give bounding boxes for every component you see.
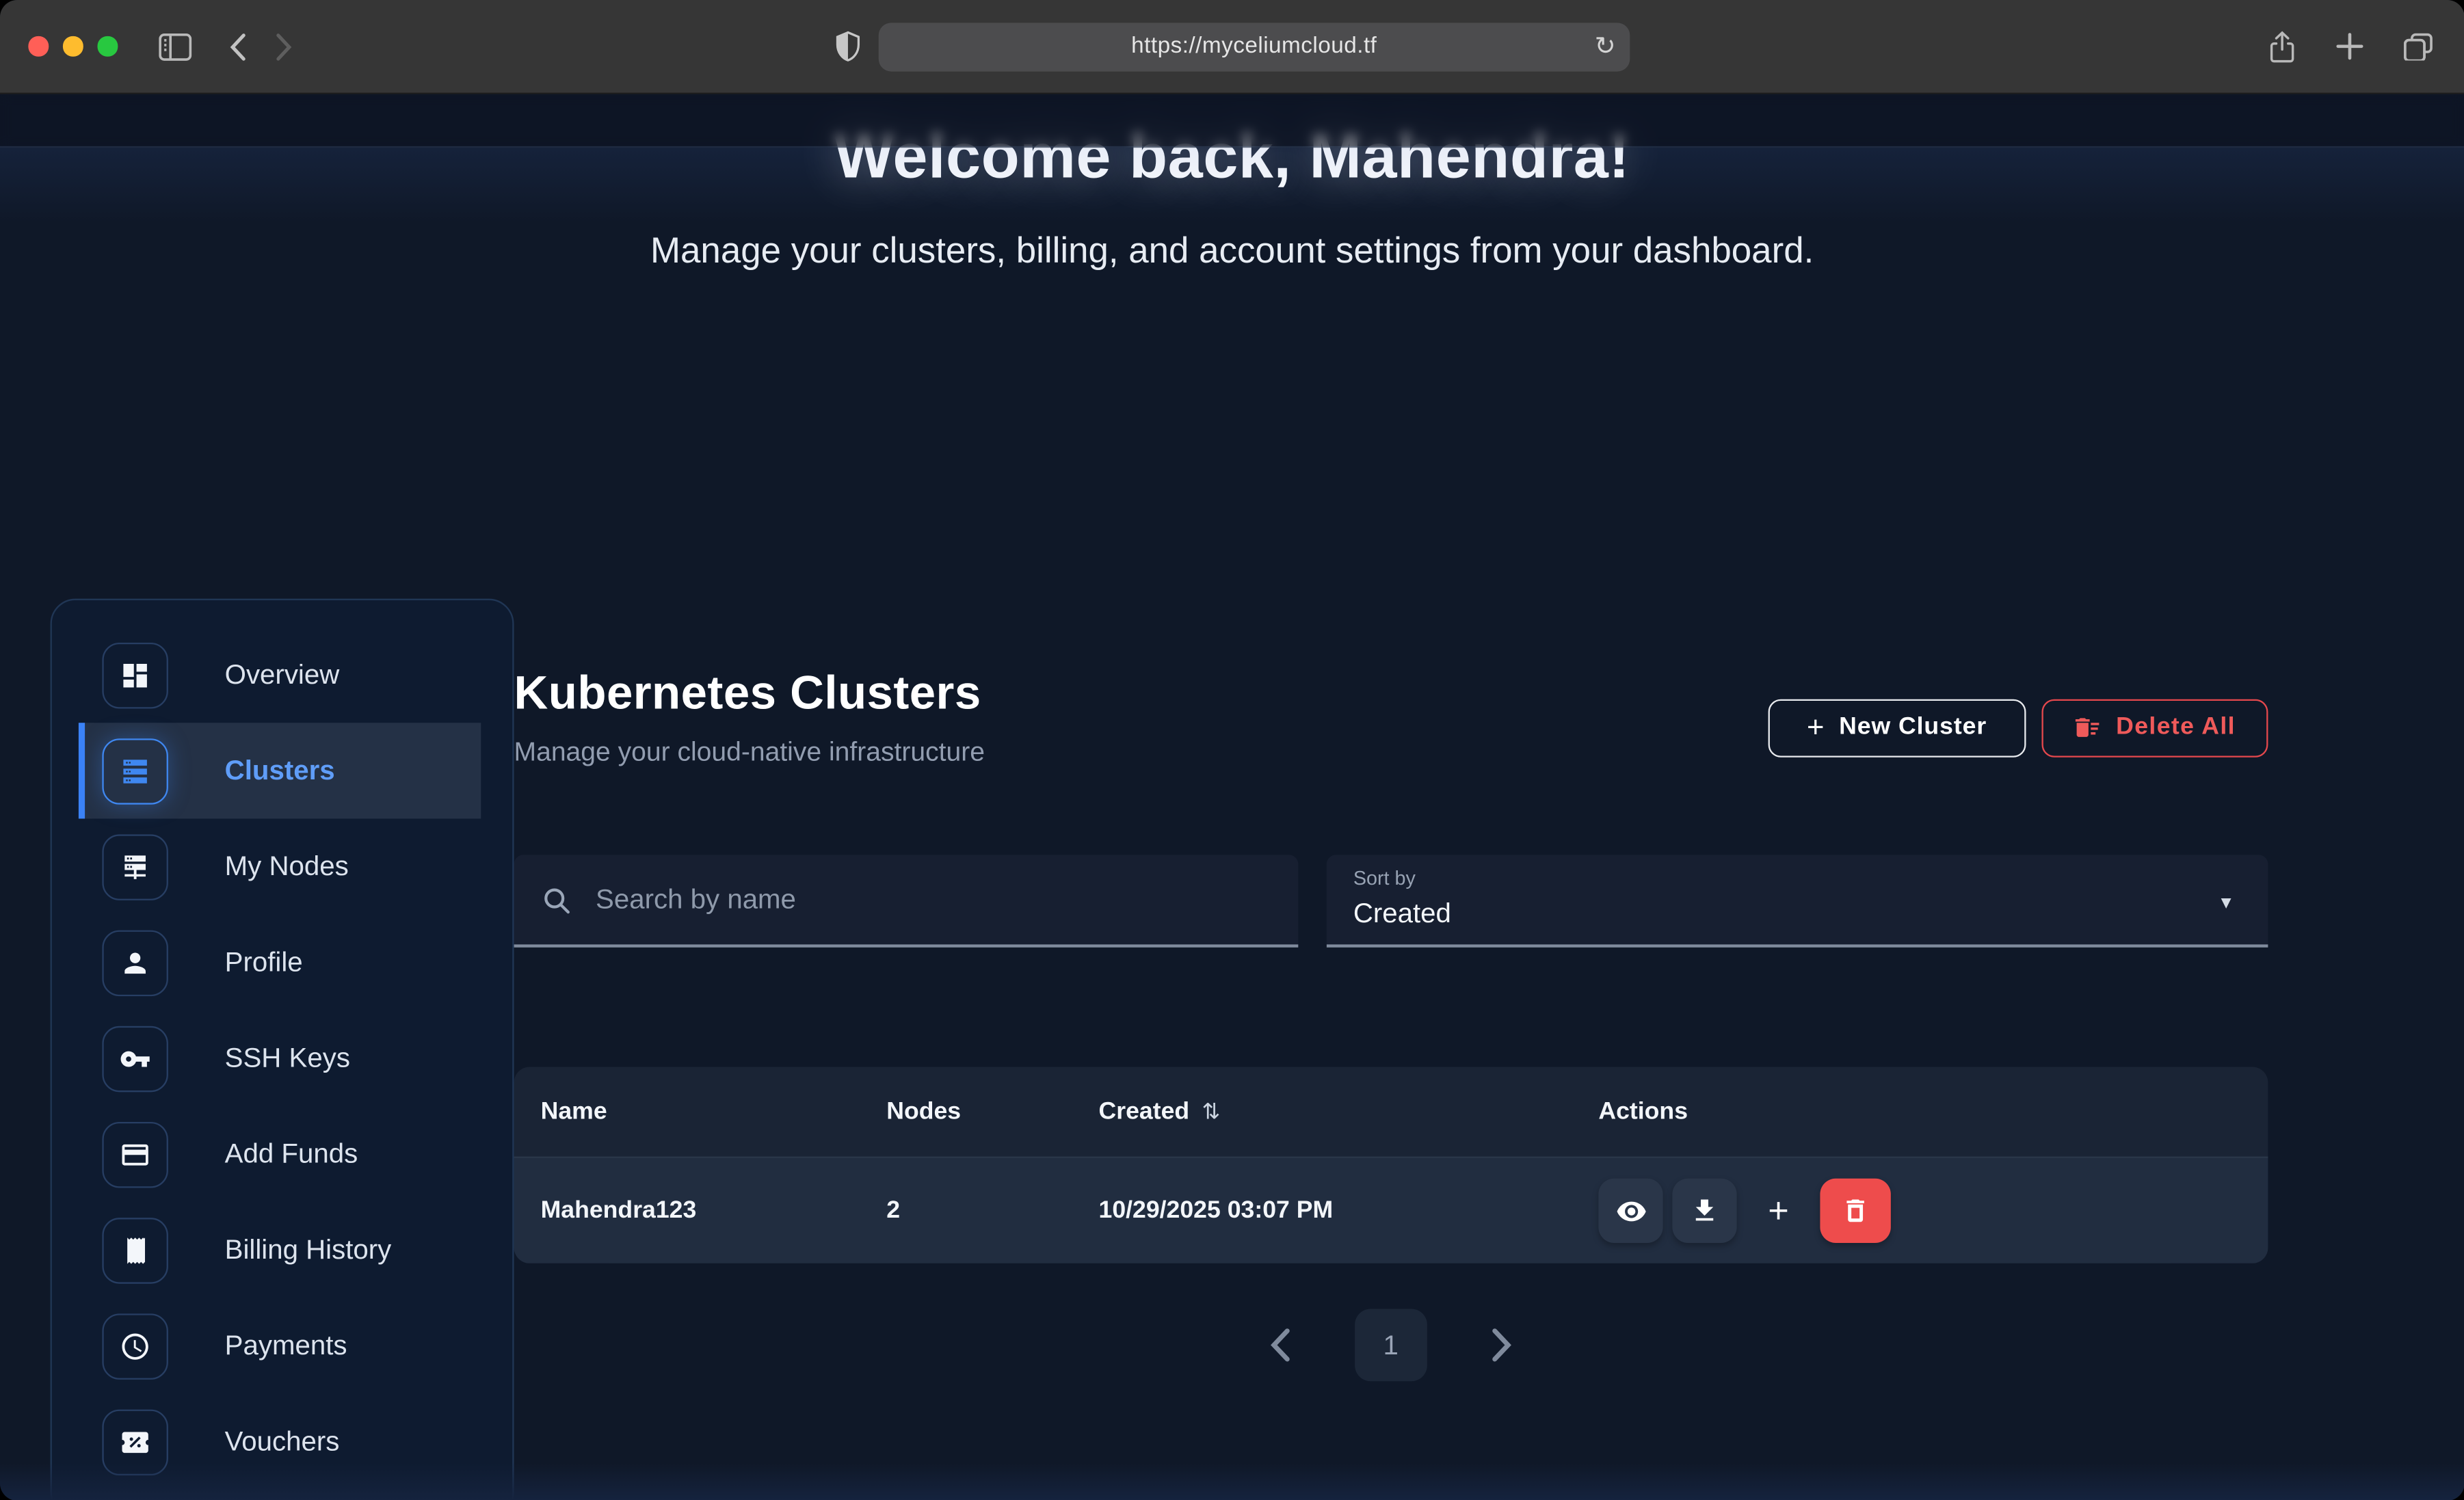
sidebar-item-clusters[interactable]: Clusters	[79, 723, 481, 818]
address-bar[interactable]: https://myceliumcloud.tf ↻	[878, 22, 1630, 70]
delete-all-label: Delete All	[2116, 713, 2236, 741]
url-text[interactable]: https://myceliumcloud.tf	[878, 34, 1630, 59]
cluster-created: 10/29/2025 03:07 PM	[1099, 1196, 1599, 1224]
traffic-lights	[28, 36, 117, 56]
hero-glow	[0, 148, 2464, 223]
next-page-button[interactable]	[1492, 1328, 1512, 1363]
download-icon	[1690, 1196, 1720, 1226]
pagination: 1	[514, 1309, 2268, 1381]
minimize-window-button[interactable]	[63, 36, 83, 56]
new-cluster-button[interactable]: + New Cluster	[1768, 699, 2026, 757]
back-button[interactable]	[228, 32, 246, 60]
page-subtitle: Manage your cloud-native infrastructure	[514, 737, 985, 768]
sidebar-item-ssh-keys[interactable]: SSH Keys	[79, 1010, 481, 1106]
clusters-panel: Kubernetes Clusters Manage your cloud-na…	[514, 599, 2268, 1382]
tab-overview-icon[interactable]	[2403, 32, 2433, 60]
chevron-down-icon: ▼	[2218, 894, 2235, 913]
delete-all-button[interactable]: Delete All	[2041, 699, 2268, 757]
welcome-subtitle: Manage your clusters, billing, and accou…	[0, 230, 2464, 272]
sidebar-item-overview[interactable]: Overview	[79, 627, 481, 723]
search-field[interactable]	[514, 855, 1299, 948]
table-header-row: Name Nodes Created ⇅ Actions	[514, 1067, 2268, 1157]
close-window-button[interactable]	[28, 36, 48, 56]
sidebar-item-billing-history[interactable]: Billing History	[79, 1202, 481, 1298]
servers-icon	[102, 738, 168, 804]
dashboard-page: Welcome back, Mahendra! Manage your clus…	[0, 94, 2464, 1500]
column-created-sortable[interactable]: Created ⇅	[1099, 1097, 1599, 1125]
reload-icon[interactable]: ↻	[1595, 31, 1616, 62]
sidebar-toggle-icon[interactable]	[158, 32, 191, 60]
page-number[interactable]: 1	[1355, 1309, 1427, 1381]
sidebar-item-add-funds[interactable]: Add Funds	[79, 1106, 481, 1202]
column-actions: Actions	[1598, 1097, 2241, 1125]
clusters-table: Name Nodes Created ⇅ Actions Mahendra123…	[514, 1067, 2268, 1263]
sidebar: Overview Clusters My Nodes	[51, 599, 514, 1500]
sidebar-item-label: Add Funds	[225, 1138, 358, 1170]
plus-icon	[1764, 1196, 1794, 1226]
new-tab-icon[interactable]	[2335, 32, 2363, 60]
grid-icon	[102, 642, 168, 708]
sidebar-item-label: Profile	[225, 946, 303, 979]
bottom-gradient	[0, 1462, 2464, 1500]
page-title: Kubernetes Clusters	[514, 665, 985, 723]
delete-cluster-button[interactable]	[1820, 1179, 1890, 1243]
download-kubeconfig-button[interactable]	[1672, 1179, 1736, 1243]
credit-card-icon	[102, 1121, 168, 1188]
sidebar-item-label: Vouchers	[225, 1425, 340, 1458]
search-icon	[541, 884, 572, 915]
clock-icon	[102, 1313, 168, 1379]
previous-page-button[interactable]	[1270, 1328, 1290, 1363]
new-cluster-label: New Cluster	[1839, 713, 1987, 741]
cluster-name: Mahendra123	[541, 1196, 887, 1224]
share-icon[interactable]	[2268, 30, 2296, 63]
sort-select[interactable]: Sort by Created ▼	[1327, 855, 2268, 948]
search-input[interactable]	[592, 881, 1276, 918]
browser-toolbar: https://myceliumcloud.tf ↻	[0, 0, 2464, 94]
privacy-shield-icon[interactable]	[834, 31, 861, 62]
sidebar-item-label: Payments	[225, 1329, 347, 1362]
column-nodes: Nodes	[886, 1097, 1098, 1125]
sort-arrows-icon: ⇅	[1202, 1099, 1221, 1125]
receipt-icon	[102, 1217, 168, 1283]
sidebar-item-payments[interactable]: Payments	[79, 1298, 481, 1393]
zoom-window-button[interactable]	[97, 36, 117, 56]
trash-icon	[1840, 1196, 1870, 1226]
scroll-fade-overlay	[0, 94, 2464, 148]
sidebar-item-profile[interactable]: Profile	[79, 915, 481, 1010]
browser-window: https://myceliumcloud.tf ↻ Welcome back,…	[0, 0, 2464, 1500]
key-icon	[102, 1026, 168, 1092]
forward-button[interactable]	[274, 32, 291, 60]
sort-label: Sort by	[1353, 868, 2268, 889]
trash-sweep-icon	[2074, 713, 2102, 741]
table-row: Mahendra123 2 10/29/2025 03:07 PM	[514, 1157, 2268, 1263]
sidebar-item-my-nodes[interactable]: My Nodes	[79, 818, 481, 914]
eye-icon	[1615, 1195, 1647, 1227]
sort-selected-value: Created	[1353, 897, 2268, 930]
sidebar-item-label: My Nodes	[225, 850, 349, 883]
plus-icon: +	[1807, 712, 1825, 742]
nodes-icon	[102, 833, 168, 900]
view-cluster-button[interactable]	[1598, 1179, 1662, 1243]
sidebar-item-label: Overview	[225, 658, 340, 691]
add-node-button[interactable]	[1746, 1179, 1810, 1243]
sidebar-item-label: SSH Keys	[225, 1042, 350, 1075]
sidebar-item-label: Billing History	[225, 1233, 392, 1266]
sidebar-item-label: Clusters	[225, 754, 335, 787]
cluster-nodes: 2	[886, 1196, 1098, 1224]
column-name: Name	[541, 1097, 887, 1125]
person-icon	[102, 929, 168, 995]
